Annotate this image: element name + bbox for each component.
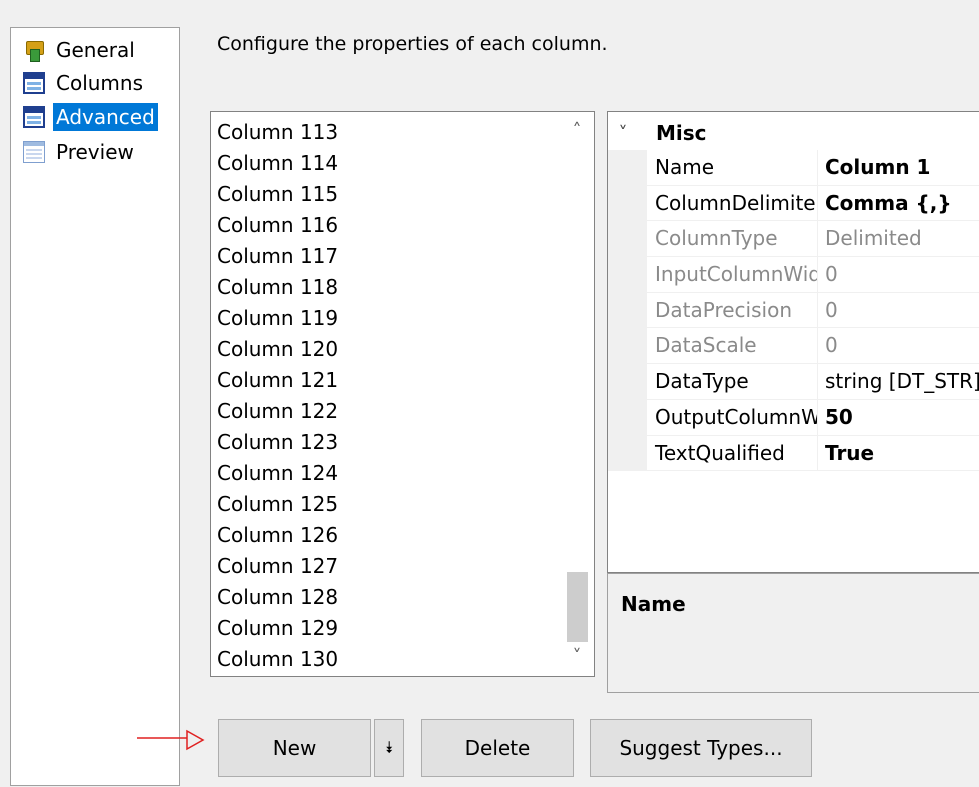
delete-button[interactable]: Delete (421, 719, 574, 777)
list-item[interactable]: Column 119 (217, 303, 338, 334)
property-row-columntype: ColumnType Delimited (608, 221, 979, 258)
general-icon (23, 39, 45, 62)
property-name: OutputColumnWidth (647, 399, 818, 435)
preview-icon (23, 141, 45, 163)
property-name: ColumnDelimiter (647, 185, 818, 221)
property-name: ColumnType (647, 221, 818, 257)
scroll-thumb[interactable] (567, 572, 588, 642)
property-value[interactable]: Column 1 (818, 150, 979, 185)
scroll-down-icon[interactable]: ˅ (560, 640, 594, 674)
list-item[interactable]: Column 129 (217, 613, 338, 644)
list-item[interactable]: Column 130 (217, 644, 338, 675)
table-icon (23, 72, 45, 94)
property-row-dataprecision: DataPrecision 0 (608, 292, 979, 329)
category-label: Misc (656, 121, 707, 145)
list-item[interactable]: Column 113 (217, 117, 338, 148)
property-value[interactable]: 50 (818, 400, 979, 435)
list-item[interactable]: Column 115 (217, 179, 338, 210)
property-row-textqualified[interactable]: TextQualified True (608, 435, 979, 472)
page-navigation: General Columns Advanced Preview (10, 27, 180, 786)
nav-item-label: Columns (56, 71, 144, 95)
page-instruction: Configure the properties of each column. (217, 33, 608, 55)
new-dropdown-button[interactable]: ⯯ (374, 719, 404, 777)
property-value[interactable]: Comma {,} (818, 186, 979, 221)
property-grid: ˅ Misc Name Column 1 ColumnDelimiter Com… (607, 111, 979, 573)
list-item[interactable]: Column 121 (217, 365, 338, 396)
list-item[interactable]: Column 122 (217, 396, 338, 427)
property-name: DataScale (647, 328, 818, 364)
nav-item-columns[interactable]: Columns (23, 69, 146, 97)
list-item[interactable]: Column 114 (217, 148, 338, 179)
description-title: Name (621, 592, 686, 616)
property-row-inputcolumnwidth: InputColumnWidth 0 (608, 257, 979, 293)
property-name: TextQualified (647, 435, 818, 471)
property-value: 0 (825, 333, 838, 358)
property-value[interactable]: True (818, 436, 979, 471)
list-item[interactable]: Column 117 (217, 241, 338, 272)
property-name: Name (647, 150, 818, 185)
nav-item-label: Preview (56, 140, 134, 164)
column-list[interactable]: Column 113 Column 114 Column 115 Column … (210, 111, 595, 677)
nav-item-advanced[interactable]: Advanced (23, 103, 158, 131)
category-misc[interactable]: ˅ Misc (608, 117, 979, 149)
list-item[interactable]: Column 116 (217, 210, 338, 241)
property-value: 0 (825, 297, 838, 322)
nav-item-general[interactable]: General (23, 36, 138, 64)
property-name: DataType (647, 364, 818, 399)
new-button[interactable]: New (218, 719, 371, 777)
scroll-up-icon[interactable]: ˄ (560, 114, 594, 148)
table-icon (23, 106, 45, 128)
property-name: DataPrecision (647, 292, 818, 328)
list-item[interactable]: Column 124 (217, 458, 338, 489)
description-pane: Name (607, 573, 979, 693)
property-value: Delimited (825, 226, 922, 251)
list-item[interactable]: Column 125 (217, 489, 338, 520)
property-row-columndelimiter[interactable]: ColumnDelimiter Comma {,} (608, 185, 979, 222)
property-row-datascale: DataScale 0 (608, 328, 979, 365)
list-item[interactable]: Column 118 (217, 272, 338, 303)
list-item[interactable]: Column 120 (217, 334, 338, 365)
chevron-down-icon[interactable]: ˅ (608, 123, 638, 144)
property-row-datatype[interactable]: DataType string [DT_STR] (608, 364, 979, 400)
nav-item-label: General (56, 38, 135, 62)
property-value: 0 (825, 262, 838, 287)
vertical-scrollbar[interactable]: ˄ ˅ (560, 112, 594, 676)
property-row-outputcolumnwidth[interactable]: OutputColumnWidth 50 (608, 399, 979, 436)
property-value[interactable]: string [DT_STR] (818, 364, 979, 399)
nav-item-preview[interactable]: Preview (23, 138, 137, 166)
list-item[interactable]: Column 126 (217, 520, 338, 551)
nav-item-label: Advanced (53, 103, 158, 131)
suggest-types-button[interactable]: Suggest Types... (590, 719, 812, 777)
property-name: InputColumnWidth (647, 257, 818, 292)
list-item[interactable]: Column 128 (217, 582, 338, 613)
property-row-name[interactable]: Name Column 1 (608, 150, 979, 186)
annotation-arrow-icon (137, 729, 205, 751)
list-item[interactable]: Column 127 (217, 551, 338, 582)
list-item[interactable]: Column 123 (217, 427, 338, 458)
